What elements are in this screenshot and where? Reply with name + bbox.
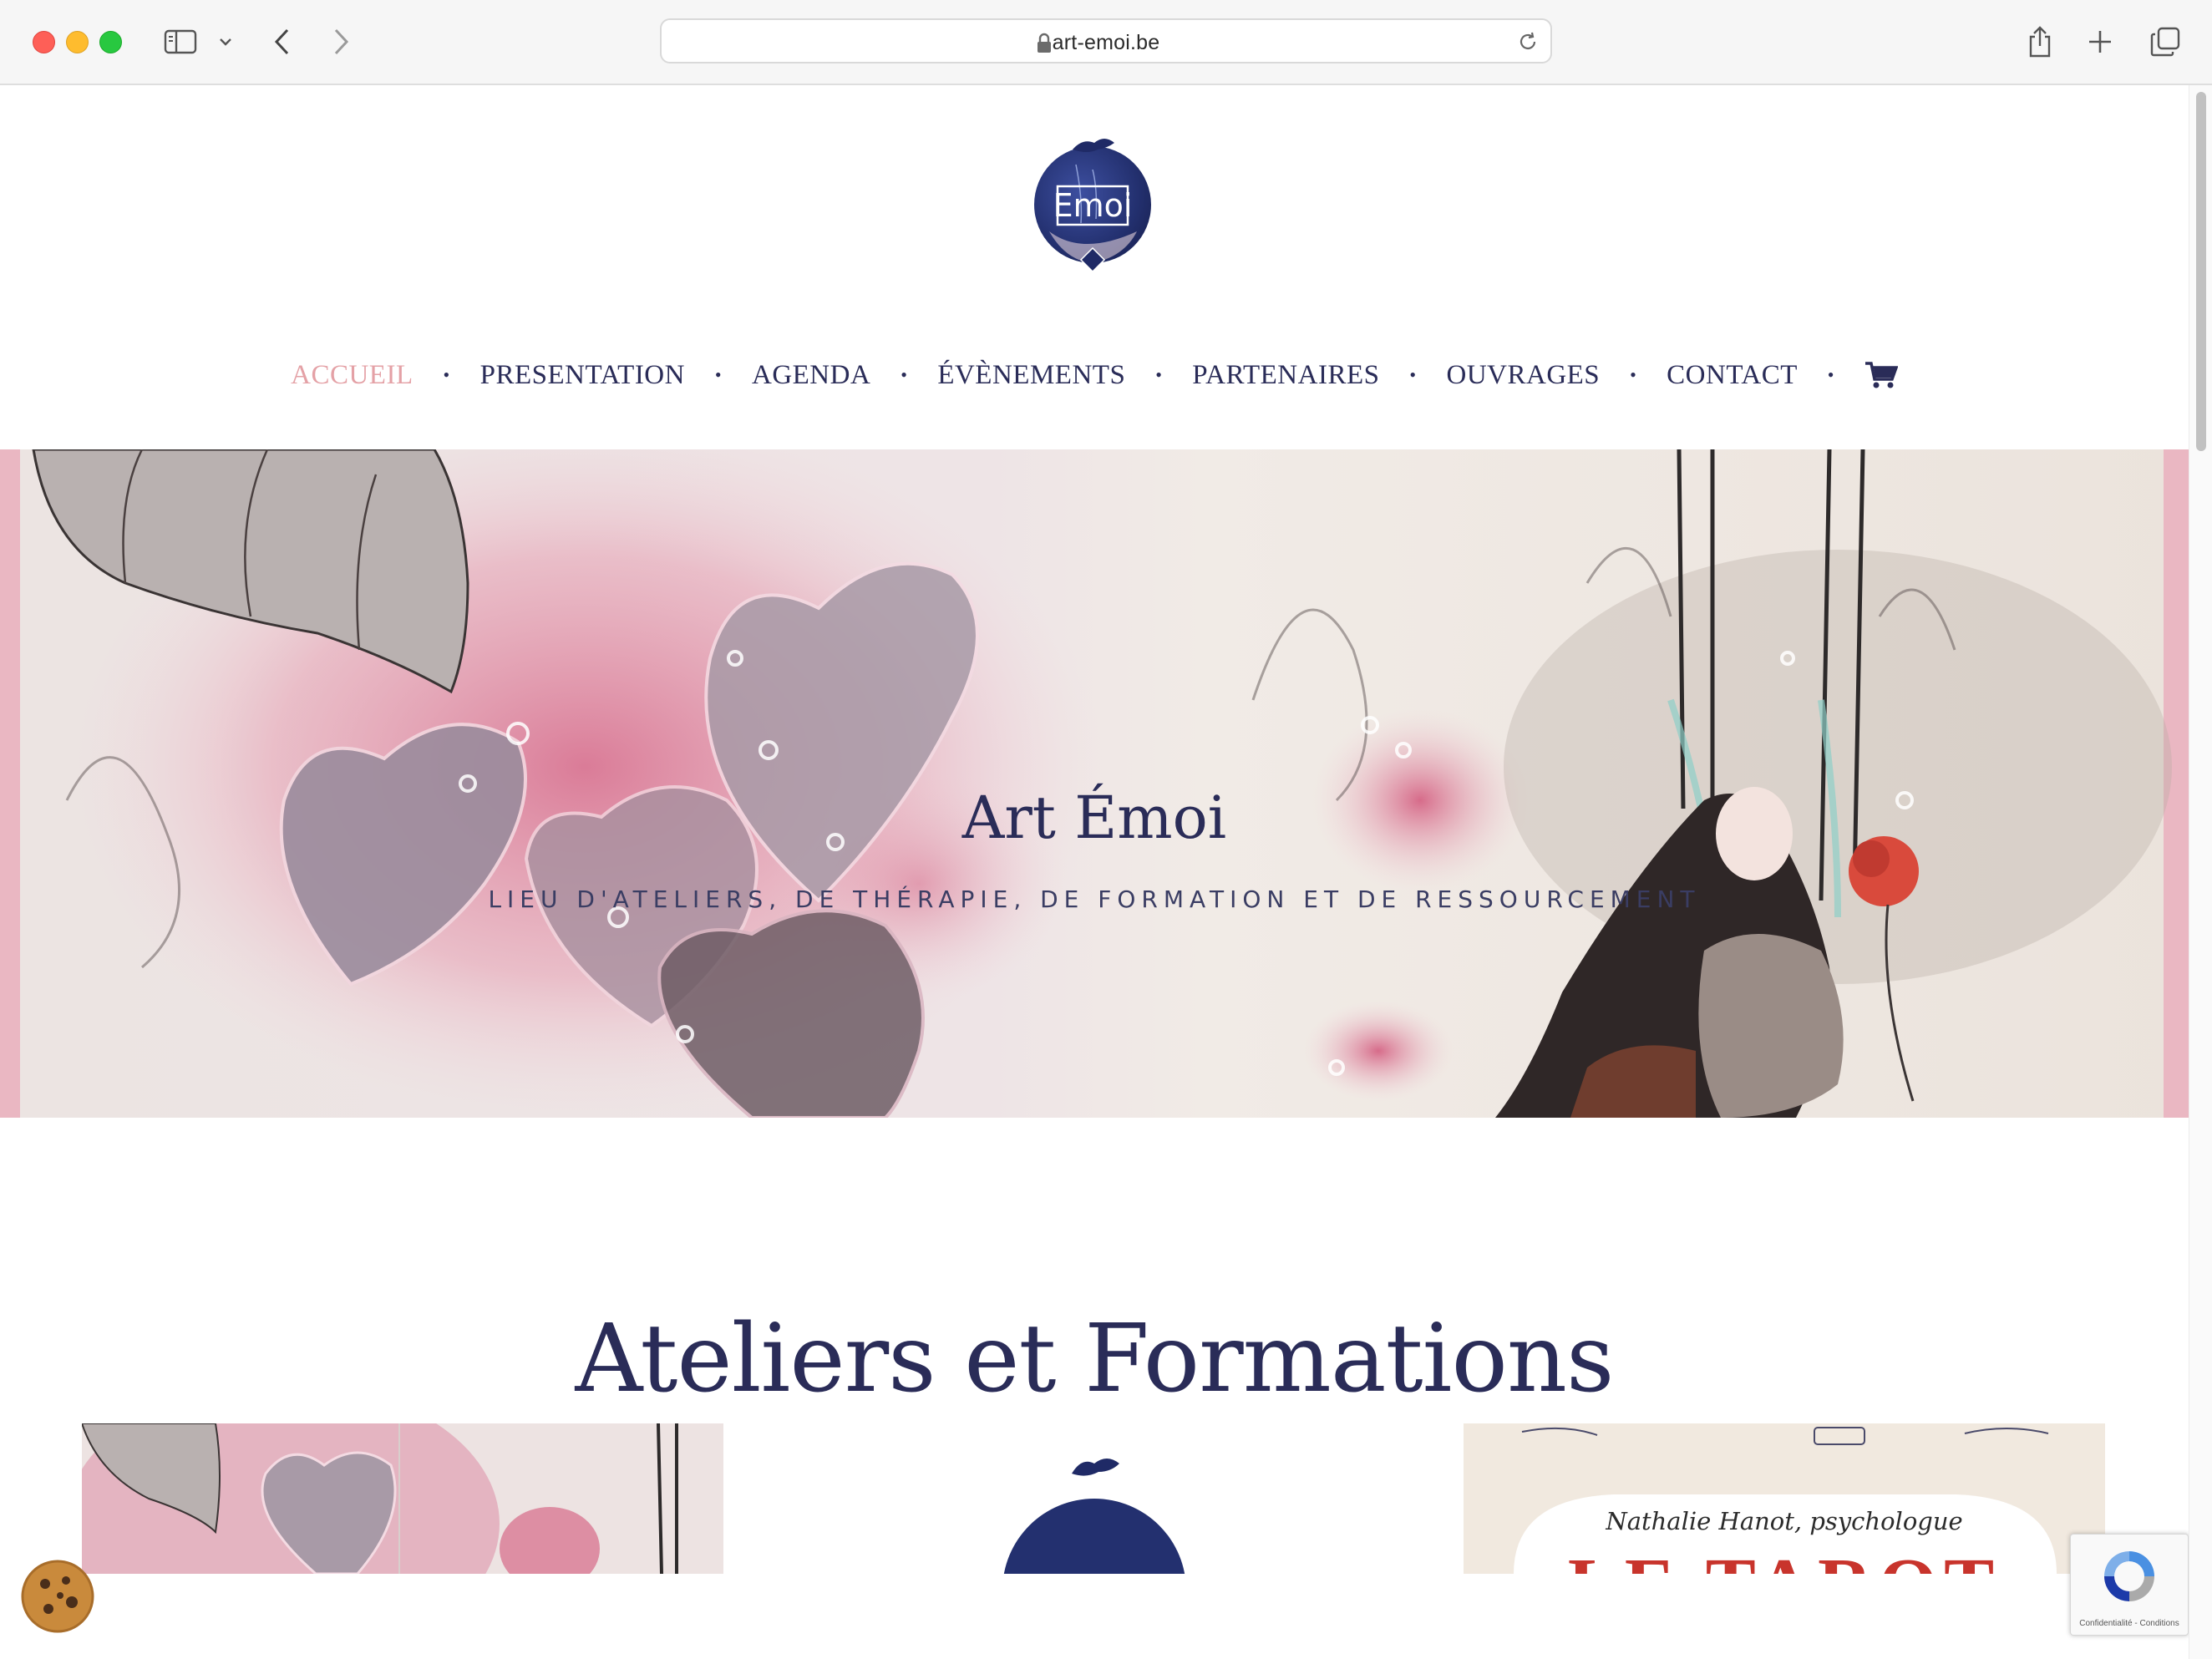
forward-button[interactable]: [324, 23, 358, 60]
section-title: Ateliers et Formations: [575, 1305, 1614, 1413]
nav-separator: •: [1827, 364, 1834, 385]
logo-text: Emoi: [1053, 187, 1133, 224]
recaptcha-badge[interactable]: Confidentialité - Conditions: [2070, 1534, 2189, 1636]
recaptcha-label: Confidentialité - Conditions: [2079, 1619, 2179, 1628]
chevron-down-icon: [220, 38, 231, 46]
browser-toolbar: art-emoi.be: [0, 0, 2212, 85]
tabs-icon: [2150, 27, 2180, 57]
site-logo[interactable]: Emoi: [1032, 131, 1154, 282]
hero-subtitle: LIEU D'ATELIERS, DE THÉRAPIE, DE FORMATI…: [488, 885, 1701, 913]
nav-presentation[interactable]: PRESENTATION: [480, 360, 685, 391]
cart-icon: [1864, 362, 1898, 388]
nav-separator: •: [901, 364, 908, 385]
share-icon: [2029, 26, 2051, 58]
card-logo: [1003, 1459, 1185, 1574]
cart-button[interactable]: [1864, 361, 1898, 389]
main-nav: ACCUEIL • PRESENTATION • AGENDA • ÉVÈNEM…: [0, 354, 2189, 396]
nav-agenda[interactable]: AGENDA: [752, 360, 870, 391]
nav-accueil[interactable]: ACCUEIL: [291, 360, 413, 391]
nav-separator: •: [443, 364, 450, 385]
sidebar-toggle-button[interactable]: [160, 23, 200, 60]
close-window-button[interactable]: [33, 31, 55, 53]
back-button[interactable]: [266, 23, 299, 60]
recaptcha-icon: [2104, 1551, 2154, 1601]
minimize-window-button[interactable]: [66, 31, 89, 53]
nav-separator: •: [1409, 364, 1417, 385]
nav-evenements[interactable]: ÉVÈNEMENTS: [937, 360, 1125, 391]
book-author: Nathalie Hanot, psychologue: [1606, 1507, 1963, 1535]
chevron-left-icon: [274, 28, 289, 55]
nav-partenaires[interactable]: PARTENAIRES: [1192, 360, 1379, 391]
nav-separator: •: [1155, 364, 1163, 385]
book-title: LE TAROT: [1464, 1542, 2105, 1574]
url-text: art-emoi.be: [1052, 31, 1160, 54]
card-painting: [82, 1423, 723, 1574]
tab-group-menu-button[interactable]: [216, 23, 236, 60]
new-tab-button[interactable]: [2085, 23, 2115, 60]
nav-contact[interactable]: CONTACT: [1667, 360, 1798, 391]
zoom-window-button[interactable]: [99, 31, 122, 53]
book-card[interactable]: Nathalie Hanot, psychologue LE TAROT: [1464, 1423, 2105, 1574]
hero-banner: Art Émoi LIEU D'ATELIERS, DE THÉRAPIE, D…: [0, 449, 2189, 1118]
nav-separator: •: [1630, 364, 1637, 385]
hero-title: Art Émoi: [961, 784, 1227, 852]
cookie-consent-button[interactable]: [20, 1559, 95, 1634]
atelier-card-logo[interactable]: [965, 1423, 1224, 1574]
reload-icon: [1519, 32, 1536, 49]
nav-separator: •: [714, 364, 723, 385]
share-button[interactable]: [2025, 23, 2055, 60]
sidebar-icon: [164, 29, 197, 54]
atelier-card-image[interactable]: [82, 1423, 723, 1574]
page-scrollbar[interactable]: [2189, 85, 2212, 1659]
chevron-right-icon: [334, 28, 349, 55]
address-bar[interactable]: art-emoi.be: [660, 18, 1552, 63]
tab-overview-button[interactable]: [2149, 23, 2182, 60]
nav-ouvrages[interactable]: OUVRAGES: [1446, 360, 1600, 391]
plus-icon: [2089, 31, 2111, 53]
scrollbar-thumb[interactable]: [2196, 92, 2206, 451]
